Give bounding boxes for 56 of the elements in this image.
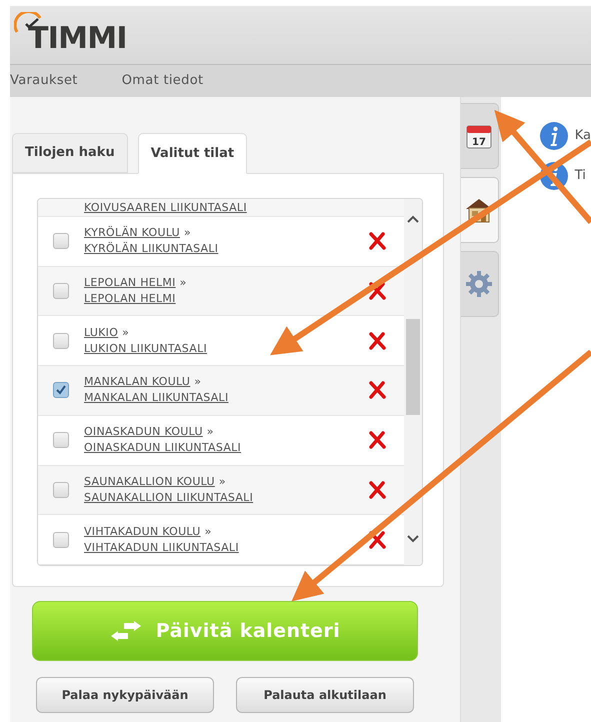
separator-text: » [122, 324, 130, 341]
remove-icon[interactable] [368, 431, 386, 450]
check-icon [55, 384, 67, 396]
hall-link[interactable]: VIHTAKADUN LIIKUNTASALI [84, 540, 239, 554]
scrollbar-thumb[interactable] [406, 319, 420, 415]
info-text: Ti [574, 167, 586, 186]
nav-link[interactable]: Omat tiedot [122, 71, 204, 91]
checkbox[interactable] [53, 382, 69, 398]
hall-link[interactable]: SAUNAKALLION LIIKUNTASALI [84, 490, 254, 504]
chevron-up-icon[interactable] [407, 215, 419, 223]
hall-link[interactable]: OINASKADUN LIIKUNTASALI [84, 441, 242, 454]
school-link[interactable]: KYRÖLÄN KOULU [84, 225, 180, 242]
calendar-icon: 17 [466, 123, 492, 149]
separator-text: » [184, 225, 192, 242]
checkbox[interactable] [53, 432, 69, 448]
info-text: Ka [574, 127, 591, 146]
info-icon [538, 121, 569, 151]
checkbox[interactable] [53, 482, 69, 498]
remove-icon[interactable] [368, 530, 386, 549]
hall-link[interactable]: LUKION LIIKUNTASALI [84, 342, 207, 355]
separator-text: » [194, 374, 202, 390]
hall-link[interactable]: MANKALAN LIIKUNTASALI [84, 391, 228, 404]
action-button[interactable]: Palaa nykypäivään [36, 677, 214, 713]
checkbox[interactable] [53, 233, 69, 250]
checkbox[interactable] [53, 283, 69, 299]
remove-icon[interactable] [368, 282, 386, 300]
gear-icon [465, 270, 494, 298]
action-button[interactable]: Palauta alkutilaan [236, 677, 414, 713]
separator-text: » [204, 524, 212, 540]
swap-arrows-icon [110, 621, 142, 641]
remove-icon[interactable] [368, 232, 386, 250]
school-link[interactable]: VIHTAKADUN KOULU [84, 524, 201, 540]
separator-text: » [180, 275, 187, 291]
nav-link[interactable]: Varaukset [10, 71, 78, 91]
school-link[interactable]: LEPOLAN HELMI [84, 275, 176, 291]
remove-icon[interactable] [368, 332, 386, 350]
school-link[interactable]: SAUNAKALLION KOULU [84, 474, 215, 490]
scrollbar[interactable] [404, 199, 422, 565]
remove-icon[interactable] [368, 381, 386, 400]
school-link[interactable]: OINASKADUN KOULU [84, 424, 203, 440]
remove-icon[interactable] [368, 480, 386, 499]
checkbox[interactable] [53, 332, 69, 349]
chevron-down-icon[interactable] [407, 535, 419, 543]
logo[interactable]: TIMMI [14, 12, 127, 54]
separator-text: » [218, 474, 226, 490]
separator-text: » [206, 424, 214, 440]
school-link[interactable]: LUKIO [84, 324, 118, 341]
hall-link[interactable]: KOIVUSAAREN LIIKUNTASALI [84, 200, 247, 214]
side-tab[interactable]: 17 [460, 103, 499, 169]
info-icon [538, 161, 569, 191]
hall-link[interactable]: LEPOLAN HELMI [84, 292, 176, 305]
checkbox[interactable] [53, 532, 69, 548]
hall-link[interactable]: KYRÖLÄN LIIKUNTASALI [84, 242, 218, 256]
tab[interactable]: Tilojen haku [12, 133, 128, 173]
school-link[interactable]: MANKALAN KOULU [84, 374, 190, 390]
tab[interactable]: Valitut tilat [138, 133, 248, 174]
